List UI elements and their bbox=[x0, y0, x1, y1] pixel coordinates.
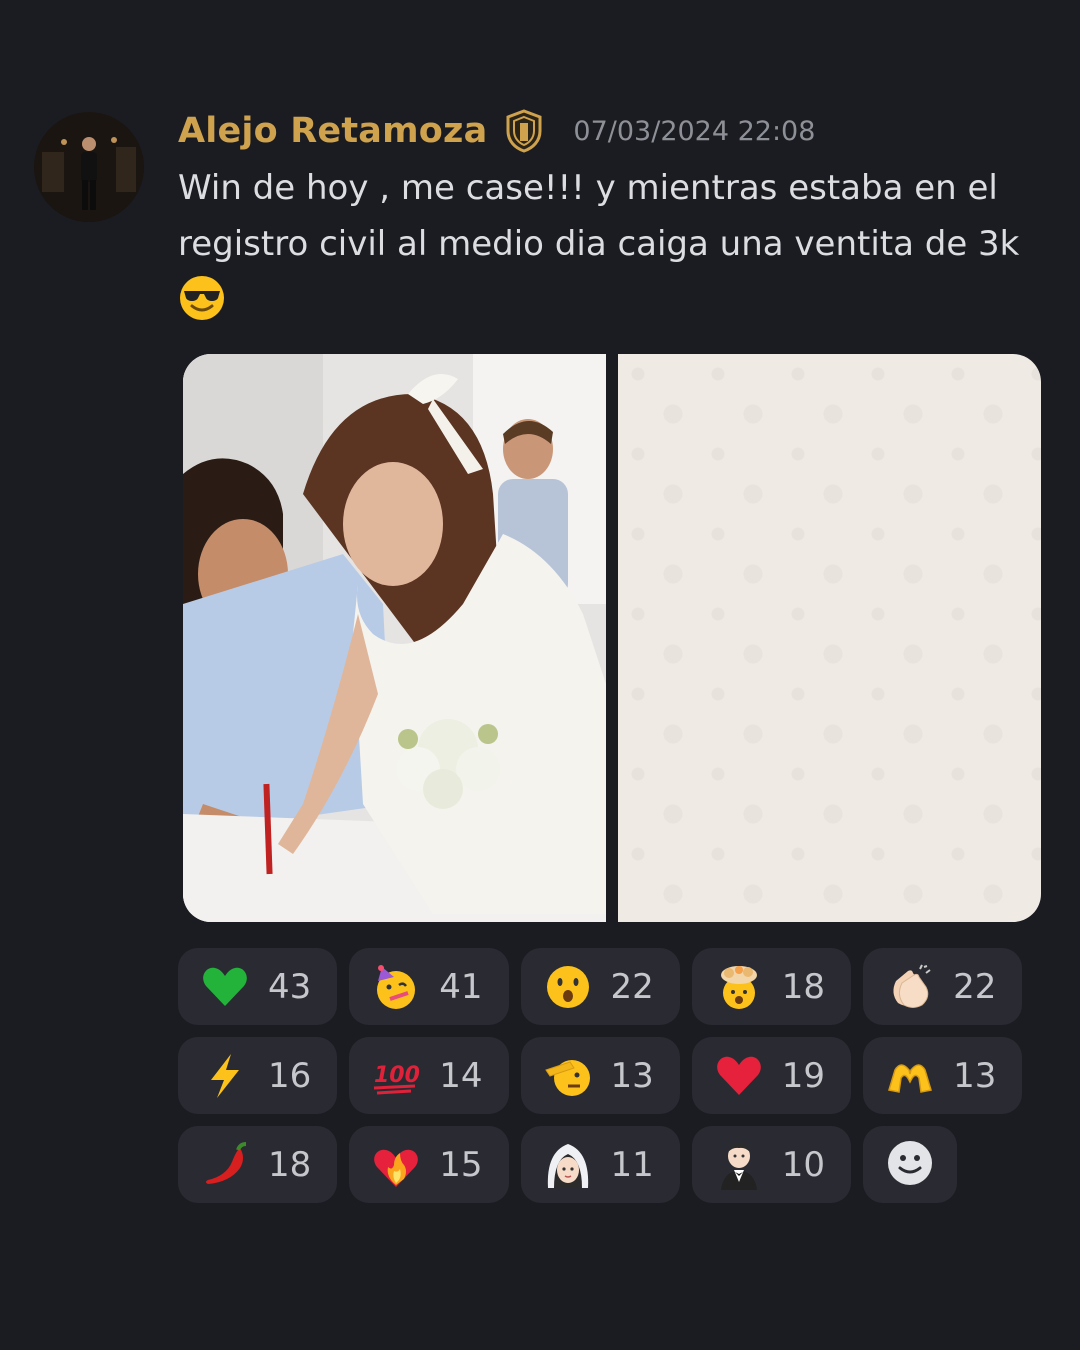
reaction-button[interactable]: 19 bbox=[691, 1037, 852, 1114]
reaction-button[interactable]: 41 bbox=[349, 948, 509, 1025]
bride-with-veil-icon bbox=[543, 1140, 593, 1190]
reaction-button[interactable]: 100 14 bbox=[349, 1037, 509, 1114]
avatar[interactable] bbox=[34, 112, 144, 222]
reaction-button[interactable]: 10 bbox=[691, 1126, 852, 1203]
hushed-face-icon bbox=[543, 962, 593, 1012]
svg-text:100: 100 bbox=[374, 1063, 420, 1088]
add-reaction-icon bbox=[886, 1139, 934, 1191]
reaction-button[interactable]: 22 bbox=[863, 948, 1023, 1025]
smiling-face-with-sunglasses-icon bbox=[178, 274, 226, 322]
message-timestamp: 07/03/2024 22:08 bbox=[573, 115, 816, 147]
hot-pepper-icon bbox=[200, 1140, 250, 1190]
reactions-bar: 43 41 22 18 22 16 100 14 13 19 13 18 15 … bbox=[178, 948, 1023, 1215]
wedding-photo[interactable] bbox=[183, 354, 606, 922]
author-name[interactable]: Alejo Retamoza bbox=[178, 111, 487, 151]
message-text: Win de hoy , me case!!! y mientras estab… bbox=[178, 168, 1020, 264]
heart-hands-icon bbox=[885, 1051, 935, 1101]
heart-on-fire-icon bbox=[371, 1140, 421, 1190]
reaction-button[interactable]: 13 bbox=[520, 1037, 680, 1114]
green-heart-icon bbox=[200, 962, 250, 1012]
reaction-button[interactable]: 11 bbox=[520, 1126, 680, 1203]
groom-in-tuxedo-icon bbox=[714, 1140, 764, 1190]
reaction-button[interactable]: 15 bbox=[349, 1126, 509, 1203]
reaction-button[interactable]: 16 bbox=[178, 1037, 338, 1114]
reaction-button[interactable]: 18 bbox=[691, 948, 852, 1025]
sale-screenshot[interactable] bbox=[618, 354, 1041, 922]
red-heart-icon bbox=[714, 1051, 764, 1101]
add-reaction-button[interactable] bbox=[863, 1126, 958, 1203]
message-content: Win de hoy , me case!!! y mientras estab… bbox=[178, 160, 1058, 322]
shield-badge-icon[interactable] bbox=[505, 108, 545, 154]
hundred-points-icon: 100 bbox=[371, 1051, 421, 1101]
partying-face-icon bbox=[371, 962, 421, 1012]
image-gallery bbox=[183, 354, 1041, 922]
reaction-button[interactable]: 22 bbox=[520, 948, 680, 1025]
reaction-button[interactable]: 43 bbox=[178, 948, 338, 1025]
reaction-button[interactable]: 13 bbox=[863, 1037, 1023, 1114]
reaction-button[interactable]: 18 bbox=[178, 1126, 338, 1203]
message-header: Alejo Retamoza 07/03/2024 22:08 bbox=[178, 106, 815, 156]
exploding-head-icon bbox=[714, 962, 764, 1012]
saluting-face-icon bbox=[543, 1051, 593, 1101]
lightning-icon bbox=[200, 1051, 250, 1101]
clapping-hands-icon bbox=[885, 962, 935, 1012]
